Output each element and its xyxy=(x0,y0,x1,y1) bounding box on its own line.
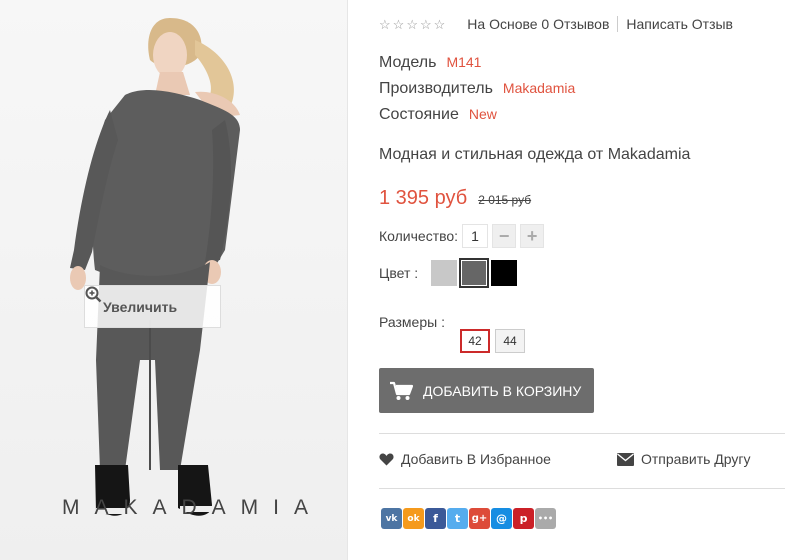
star-icon: ☆ xyxy=(406,16,418,32)
heart-icon xyxy=(379,453,394,466)
product-description: Модная и стильная одежда от Makadamia xyxy=(379,146,691,163)
vk-icon[interactable]: vk xyxy=(381,508,402,529)
google-plus-icon[interactable]: g+ xyxy=(469,508,490,529)
reviews-count-link[interactable]: На Основе 0 Отзывов xyxy=(467,16,609,32)
spec-condition: Состояние New xyxy=(379,106,497,124)
send-to-friend-label: Отправить Другу xyxy=(641,451,751,467)
quantity-row: Количество: 1 − + xyxy=(379,224,545,248)
more-icon[interactable]: ••• xyxy=(535,508,556,529)
size-option-44[interactable]: 44 xyxy=(495,329,525,353)
color-swatch-black[interactable] xyxy=(491,260,517,286)
add-to-wishlist-label: Добавить В Избранное xyxy=(401,451,551,467)
share-buttons: vk ok f t g+ @ p ••• xyxy=(381,508,556,529)
add-to-cart-label: ДОБАВИТЬ В КОРЗИНУ xyxy=(423,382,582,399)
envelope-icon xyxy=(617,452,634,466)
twitter-icon[interactable]: t xyxy=(447,508,468,529)
spec-label: Состояние xyxy=(379,106,459,123)
rating-stars: ☆ ☆ ☆ ☆ ☆ xyxy=(379,18,445,31)
cart-icon xyxy=(389,381,413,401)
size-options: 42 44 xyxy=(460,329,530,353)
star-icon: ☆ xyxy=(392,16,405,32)
current-price: 1 395 руб xyxy=(379,187,468,209)
mail-icon[interactable]: @ xyxy=(491,508,512,529)
spec-value: New xyxy=(468,106,497,122)
send-to-friend-link[interactable]: Отправить Другу xyxy=(617,451,751,467)
add-to-cart-button[interactable]: ДОБАВИТЬ В КОРЗИНУ xyxy=(379,368,594,413)
sizes-label: Размеры : xyxy=(379,314,445,330)
divider xyxy=(617,16,619,32)
star-icon: ☆ xyxy=(379,16,391,32)
model-illustration xyxy=(0,0,347,560)
color-swatch-light-gray[interactable] xyxy=(431,260,457,286)
old-price: 2 015 руб xyxy=(478,193,532,207)
quantity-input[interactable]: 1 xyxy=(462,224,489,248)
size-option-42[interactable]: 42 xyxy=(460,329,490,353)
color-label: Цвет : xyxy=(379,265,419,281)
brand-watermark: MAKADAMIA xyxy=(62,496,324,519)
odnoklassniki-icon[interactable]: ok xyxy=(403,508,424,529)
zoom-button[interactable]: Увеличить xyxy=(84,285,221,328)
product-photo[interactable]: Увеличить MAKADAMIA xyxy=(0,0,348,560)
write-review-link[interactable]: Написать Отзыв xyxy=(626,16,733,32)
facebook-icon[interactable]: f xyxy=(425,508,446,529)
divider xyxy=(379,433,785,434)
quantity-label: Количество: xyxy=(379,228,459,244)
add-to-wishlist-link[interactable]: Добавить В Избранное xyxy=(379,451,551,467)
spec-label: Модель xyxy=(379,54,437,71)
spec-manufacturer: Производитель Makadamia xyxy=(379,80,575,98)
quantity-minus-button[interactable]: − xyxy=(492,224,517,248)
star-icon: ☆ xyxy=(419,16,432,32)
divider xyxy=(379,488,785,489)
spec-model: Модель M141 xyxy=(379,54,481,72)
spec-label: Производитель xyxy=(379,80,493,97)
color-swatch-dark-gray[interactable] xyxy=(459,258,489,288)
manufacturer-link[interactable]: Makadamia xyxy=(503,80,575,96)
spec-value: M141 xyxy=(446,54,482,70)
color-row: Цвет : xyxy=(379,258,521,288)
quantity-plus-button[interactable]: + xyxy=(520,224,545,248)
reviews-row: ☆ ☆ ☆ ☆ ☆ На Основе 0 Отзывов Написать О… xyxy=(379,16,733,32)
star-icon: ☆ xyxy=(433,16,446,32)
price-row: 1 395 руб 2 015 руб xyxy=(379,187,531,210)
pinterest-icon[interactable]: p xyxy=(513,508,534,529)
zoom-label: Увеличить xyxy=(103,298,178,315)
